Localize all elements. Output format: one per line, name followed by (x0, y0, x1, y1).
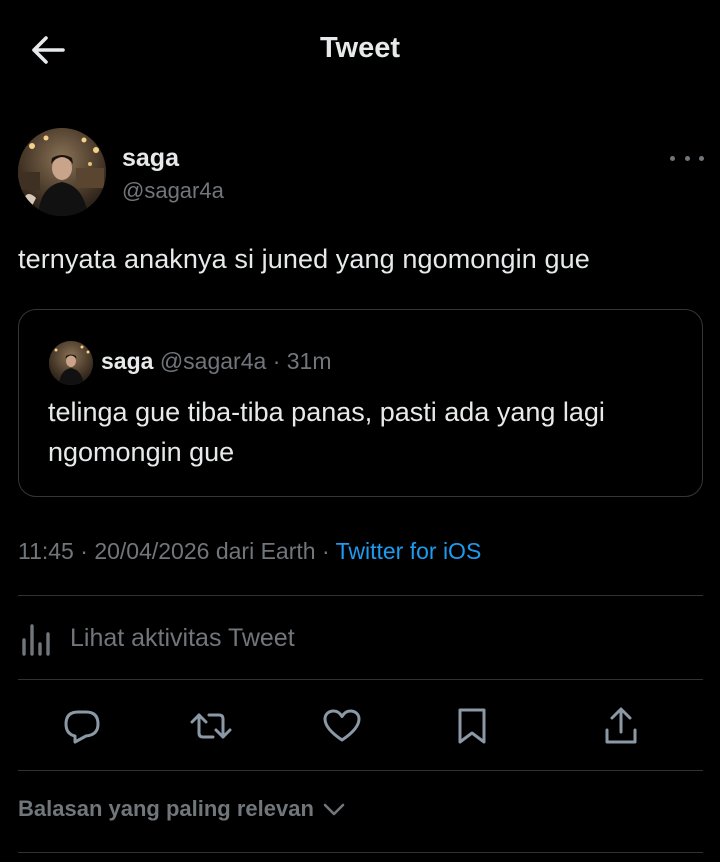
sort-replies-label: Balasan yang paling relevan (18, 796, 314, 821)
retweet-button[interactable] (187, 702, 235, 750)
quoted-time: · 31m (272, 348, 332, 374)
avatar-photo (49, 341, 93, 385)
heart-icon (323, 709, 361, 742)
quoted-author-handle: @sagar4a (159, 348, 267, 374)
tweet-text: ternyata anaknya si juned yang ngomongin… (18, 244, 590, 274)
author-name[interactable]: saga (122, 144, 179, 173)
tweet-date: 20/04/2026 (94, 538, 210, 564)
divider (18, 679, 703, 680)
more-button[interactable] (670, 148, 704, 168)
view-activity-button[interactable]: Lihat aktivitas Tweet (18, 605, 703, 671)
divider (18, 852, 703, 853)
bar-chart-icon (22, 624, 50, 656)
tweet-meta: 11:45 · 20/04/2026 dari Earth · Twitter … (18, 538, 481, 565)
more-dot (684, 155, 690, 161)
view-activity-label: Lihat aktivitas Tweet (70, 623, 295, 652)
quoted-text: telinga gue tiba-tiba panas, pasti ada y… (48, 397, 605, 467)
like-button[interactable] (318, 702, 366, 750)
tweet-source-link[interactable]: Twitter for iOS (336, 538, 482, 564)
quoted-tweet[interactable]: saga @sagar4a · 31m telinga gue tiba-tib… (18, 309, 703, 497)
sort-replies-button[interactable]: Balasan yang paling relevan (18, 796, 348, 822)
meta-separator: · (80, 538, 88, 564)
share-button[interactable] (597, 702, 645, 750)
page-title: Tweet (319, 32, 401, 64)
more-horizontal-icon (670, 155, 675, 161)
retweet-icon (190, 713, 232, 739)
divider (18, 595, 703, 596)
quoted-meta: saga @sagar4a · 31m (101, 348, 331, 375)
reply-icon (64, 710, 100, 744)
divider (18, 770, 703, 771)
top-bar: Tweet (0, 0, 720, 100)
avatar[interactable] (18, 128, 106, 216)
author-handle[interactable]: @sagar4a (122, 178, 224, 204)
action-bar (0, 690, 720, 762)
chevron-down-icon (323, 803, 345, 816)
tweet-author: saga @sagar4a (18, 128, 708, 220)
avatar-photo (18, 128, 106, 216)
share-icon (605, 707, 637, 744)
tweet-location: dari Earth (215, 538, 316, 564)
more-dot (699, 155, 704, 161)
bookmark-button[interactable] (448, 702, 496, 750)
quoted-author-name: saga (101, 348, 154, 374)
quoted-avatar (49, 341, 93, 385)
bookmark-icon (458, 708, 486, 744)
tweet-time: 11:45 (18, 538, 74, 564)
reply-button[interactable] (58, 702, 106, 750)
meta-separator: · (321, 538, 330, 564)
